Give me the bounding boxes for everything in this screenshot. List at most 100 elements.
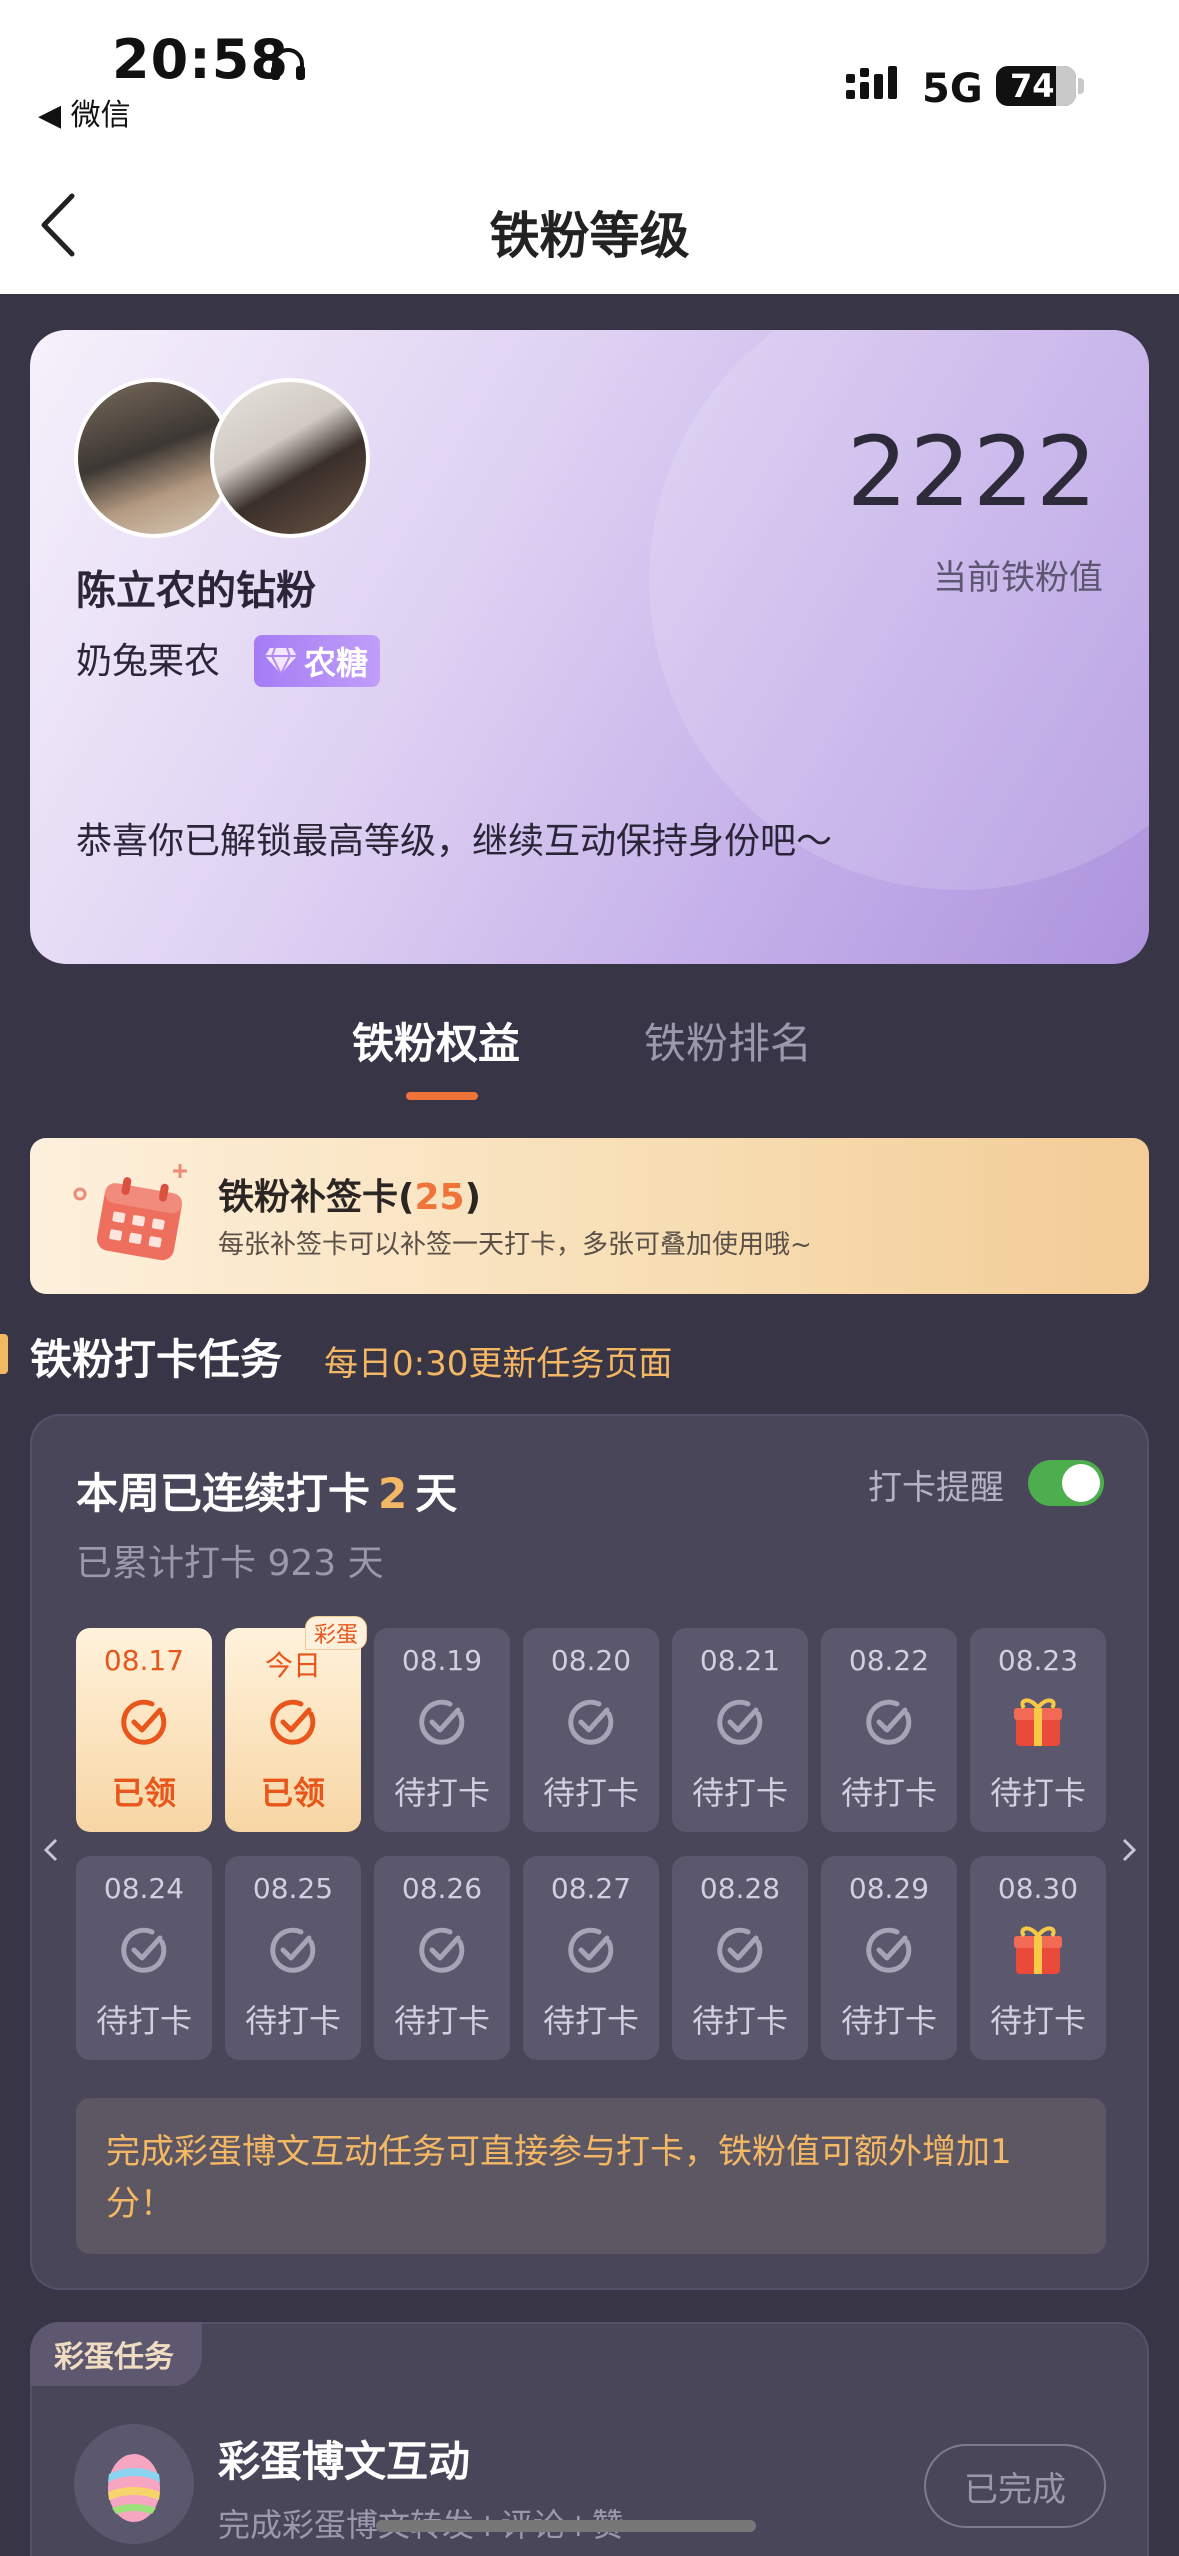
- day-date: 08.29: [848, 1872, 930, 1905]
- day-status: 待打卡: [691, 2002, 788, 2040]
- checkin-day[interactable]: 08.23 待打卡: [970, 1628, 1106, 1832]
- profile-card: 陈立农的钻粉 奶兔栗农 农糖 2222 当前铁粉值 恭喜你已解锁最高等级，继续互…: [30, 330, 1149, 964]
- day-date: 08.22: [848, 1644, 930, 1677]
- check-icon: [265, 1922, 321, 1978]
- day-date: 08.27: [550, 1872, 632, 1905]
- day-date: 08.21: [699, 1644, 781, 1677]
- status-time: 20:58: [112, 28, 289, 91]
- day-status: 待打卡: [393, 2002, 490, 2040]
- day-status: 待打卡: [393, 1774, 490, 1812]
- remind-toggle[interactable]: [1028, 1460, 1104, 1506]
- diamond-icon: [265, 647, 297, 676]
- day-status: 待打卡: [989, 1774, 1086, 1812]
- makeup-card-desc: 每张补签卡可以补签一天打卡，多张可叠加使用哦~: [218, 1230, 812, 1260]
- fan-score: 2222: [846, 416, 1099, 528]
- avatar: [210, 378, 370, 538]
- makeup-card-count: 25: [414, 1177, 465, 1218]
- check-icon: [116, 1694, 172, 1750]
- check-icon: [563, 1922, 619, 1978]
- day-status: 待打卡: [840, 1774, 937, 1812]
- remind-label: 打卡提醒: [868, 1468, 1004, 1508]
- day-status: 待打卡: [95, 2002, 192, 2040]
- egg-task-title: 彩蛋博文互动: [218, 2437, 471, 2486]
- check-icon: [414, 1922, 470, 1978]
- day-date: 08.23: [997, 1644, 1079, 1677]
- day-date: 08.26: [401, 1872, 483, 1905]
- checkin-day[interactable]: 08.19 待打卡: [374, 1628, 510, 1832]
- makeup-card[interactable]: 铁粉补签卡(25) 每张补签卡可以补签一天打卡，多张可叠加使用哦~: [30, 1138, 1149, 1294]
- day-status: 已领: [111, 1774, 176, 1812]
- streak-text: 本周已连续打卡 2 天: [76, 1469, 458, 1518]
- level-badge: 农糖: [254, 635, 381, 687]
- day-status: 待打卡: [989, 2002, 1086, 2040]
- battery-icon: 74: [996, 66, 1076, 106]
- checkin-day[interactable]: 08.17 已领: [76, 1628, 212, 1832]
- day-status: 待打卡: [691, 1774, 788, 1812]
- battery-level: 74: [1010, 67, 1055, 105]
- tab-benefits[interactable]: 铁粉权益: [352, 1010, 520, 1071]
- gift-icon: [1010, 1694, 1066, 1750]
- egg-tag: 彩蛋: [304, 1616, 367, 1650]
- tab-indicator: [406, 1092, 478, 1100]
- chevron-right-icon[interactable]: [1114, 1836, 1142, 1864]
- checkin-day[interactable]: 08.27 待打卡: [523, 1856, 659, 2060]
- check-icon: [563, 1694, 619, 1750]
- check-icon: [861, 1694, 917, 1750]
- check-icon: [861, 1922, 917, 1978]
- page-title: 铁粉等级: [489, 207, 690, 265]
- day-date: 08.30: [997, 1872, 1079, 1905]
- check-icon: [265, 1694, 321, 1750]
- checkin-day[interactable]: 08.29 待打卡: [821, 1856, 957, 2060]
- day-status: 已领: [260, 1774, 325, 1812]
- calendar-icon: [73, 1164, 187, 1261]
- top-bar: 20:58 ◀ 微信 5G 74 铁粉等级: [0, 0, 1179, 294]
- level-message: 恭喜你已解锁最高等级，继续互动保持身份吧～: [76, 821, 833, 862]
- egg-task-tag: 彩蛋任务: [30, 2322, 202, 2386]
- checkin-day[interactable]: 今日已领 彩蛋: [225, 1616, 367, 1832]
- checkin-day[interactable]: 08.26 待打卡: [374, 1856, 510, 2060]
- day-date: 今日: [264, 1649, 321, 1682]
- makeup-card-title: 铁粉补签卡(25): [218, 1177, 482, 1218]
- network-type: 5G: [922, 66, 983, 112]
- day-status: 待打卡: [542, 2002, 639, 2040]
- chevron-left-icon[interactable]: [38, 1836, 66, 1864]
- home-indicator[interactable]: [376, 2520, 756, 2532]
- headphone-icon: [271, 48, 305, 80]
- battery-cap: [1078, 78, 1084, 94]
- total-checkin: 已累计打卡 923 天: [76, 1543, 384, 1584]
- nickname: 奶兔栗农: [76, 641, 221, 682]
- egg-task-button[interactable]: 已完成: [924, 2444, 1106, 2528]
- day-date: 08.17: [103, 1644, 185, 1677]
- tab-ranking[interactable]: 铁粉排名: [644, 1010, 812, 1071]
- fan-score-label: 当前铁粉值: [933, 558, 1103, 598]
- section-marker: [0, 1334, 8, 1374]
- day-date: 08.28: [699, 1872, 781, 1905]
- day-date: 08.24: [103, 1872, 185, 1905]
- checkin-day[interactable]: 08.30 待打卡: [970, 1856, 1106, 2060]
- egg-icon: [74, 2424, 194, 2544]
- day-status: 待打卡: [244, 2002, 341, 2040]
- checkin-tip: 完成彩蛋博文互动任务可直接参与打卡，铁粉值可额外增加1分！: [76, 2098, 1106, 2254]
- checkin-day[interactable]: 08.21 待打卡: [672, 1628, 808, 1832]
- checkin-day[interactable]: 08.28 待打卡: [672, 1856, 808, 2060]
- signal-icon: [846, 66, 897, 99]
- day-date: 08.19: [401, 1644, 483, 1677]
- check-icon: [712, 1694, 768, 1750]
- gift-icon: [1010, 1922, 1066, 1978]
- checkin-day[interactable]: 08.25 待打卡: [225, 1856, 361, 2060]
- badge-label: 农糖: [304, 644, 369, 682]
- checkin-day[interactable]: 08.22 待打卡: [821, 1628, 957, 1832]
- section-title: 铁粉打卡任务: [30, 1335, 283, 1384]
- check-icon: [116, 1922, 172, 1978]
- check-icon: [414, 1694, 470, 1750]
- back-to-app-link[interactable]: ◀ 微信: [38, 90, 131, 134]
- checkin-day[interactable]: 08.20 待打卡: [523, 1628, 659, 1832]
- checkin-day[interactable]: 08.24 待打卡: [76, 1856, 212, 2060]
- day-status: 待打卡: [840, 2002, 937, 2040]
- checkin-card: 本周已连续打卡 2 天 已累计打卡 923 天 打卡提醒 08.17 已领 今日已领 彩蛋…: [30, 1414, 1149, 2290]
- day-status: 待打卡: [542, 1774, 639, 1812]
- day-date: 08.20: [550, 1644, 632, 1677]
- fan-title: 陈立农的钻粉: [76, 568, 316, 614]
- section-note: 每日0:30更新任务页面: [324, 1344, 673, 1384]
- streak-days: 2: [378, 1469, 408, 1518]
